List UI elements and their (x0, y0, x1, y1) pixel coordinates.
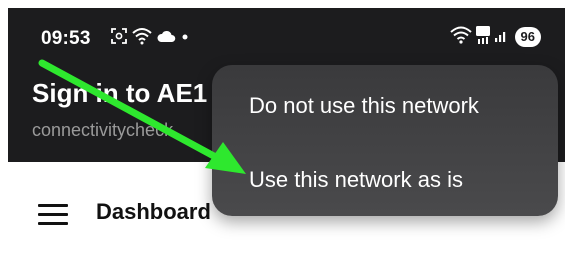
wifi-icon (449, 26, 472, 49)
screen: 09:53 96 Sign in to AE1 connectivitychec… (8, 8, 565, 259)
status-bar: 09:53 96 (8, 8, 565, 66)
status-icons-right: 96 (449, 25, 541, 50)
page-subtitle: connectivitycheck (32, 120, 174, 140)
5g-signal-icon (475, 25, 491, 50)
nav-title: Dashboard (96, 199, 211, 224)
screenshot-icon (110, 27, 128, 50)
overflow-popup-menu: Do not use this network Use this network… (212, 65, 558, 216)
menu-item-do-not-use-network[interactable]: Do not use this network (212, 73, 558, 139)
menu-item-use-network-as-is[interactable]: Use this network as is (212, 147, 558, 213)
page-title: Sign in to AE1 (32, 78, 208, 108)
battery-icon: 96 (514, 27, 541, 47)
cloud-icon (156, 29, 176, 48)
hamburger-menu-icon[interactable] (38, 204, 68, 226)
cell-signal-icon (494, 27, 508, 48)
wifi-icon (132, 27, 152, 50)
dot-icon (180, 29, 190, 47)
status-icons-left (110, 27, 190, 49)
status-time: 09:53 (41, 28, 91, 49)
